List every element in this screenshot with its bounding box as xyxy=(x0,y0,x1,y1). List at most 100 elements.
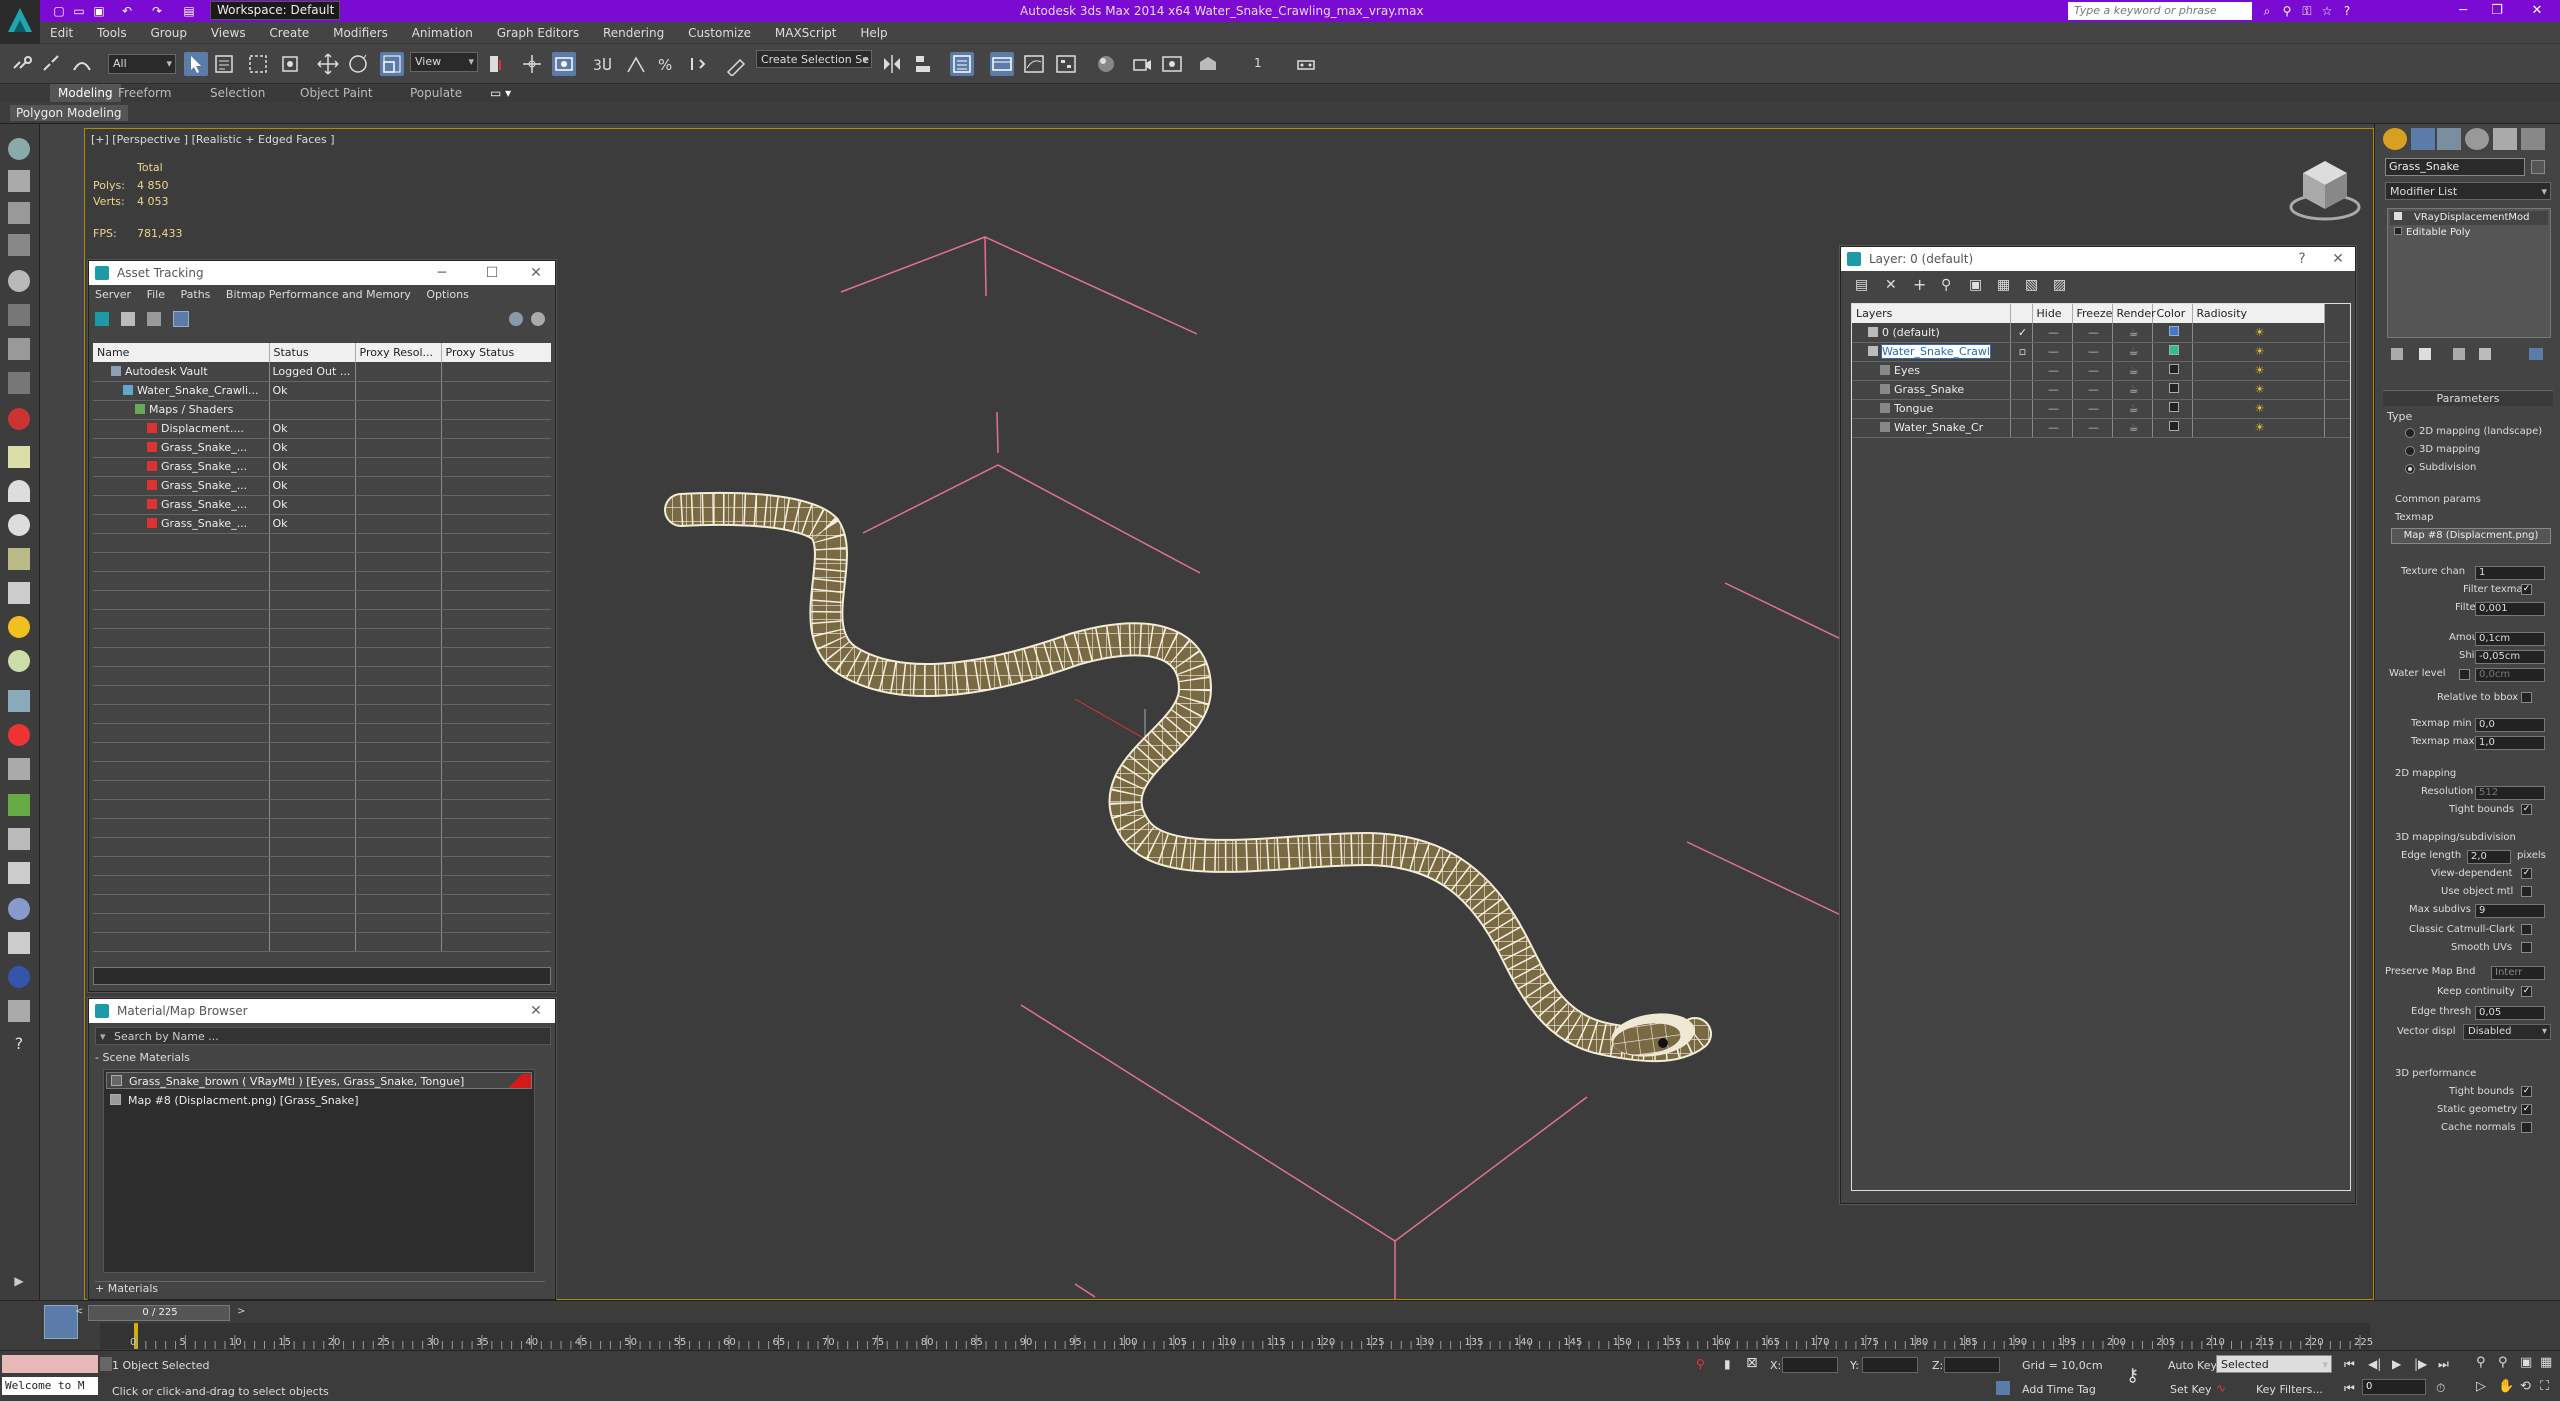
layer-freeze-toggle[interactable]: — xyxy=(2072,380,2113,400)
material-editor-icon[interactable] xyxy=(1094,52,1118,76)
zoom-extents-all-icon[interactable]: ▦ xyxy=(2540,1355,2552,1370)
pin-stack-icon[interactable] xyxy=(2391,348,2403,360)
layer-render-icon[interactable]: ☕ xyxy=(2112,418,2153,438)
layer-color-cell[interactable] xyxy=(2152,418,2193,438)
redo-icon[interactable]: ↷ xyxy=(148,2,166,20)
preserve-map-dropdown[interactable]: Interr xyxy=(2491,966,2545,980)
highlight-layer-icon[interactable]: ▣ xyxy=(1969,277,1982,293)
expand-arrow-icon[interactable]: ▶ xyxy=(8,1274,30,1296)
ribbon-tab-modeling[interactable]: Modeling xyxy=(50,84,121,102)
layer-help-icon[interactable]: ? xyxy=(2289,247,2315,271)
reference-coordinate-dropdown[interactable]: View xyxy=(410,52,478,72)
subscription-icon[interactable]: ⚿ xyxy=(2298,2,2316,20)
bone-icon[interactable] xyxy=(8,372,30,394)
layer-hide-toggle[interactable]: — xyxy=(2032,323,2073,343)
layer-color-swatch[interactable] xyxy=(2168,402,2179,412)
time-tag-icon[interactable] xyxy=(1996,1381,2010,1395)
search-icon[interactable]: ⌕ xyxy=(2258,2,2276,20)
asset-menu-file[interactable]: File xyxy=(141,288,171,301)
menu-group[interactable]: Group xyxy=(140,22,197,44)
layer-color-cell[interactable] xyxy=(2152,342,2193,362)
max-subdivs-spinner[interactable]: 9 xyxy=(2475,904,2545,918)
layer-current-cell[interactable]: ▫ xyxy=(2010,342,2033,362)
new-file-icon[interactable]: ▢ xyxy=(50,2,68,20)
go-to-end-icon[interactable]: ⏭ xyxy=(2438,1357,2449,1372)
bind-space-warp-icon[interactable] xyxy=(70,52,94,76)
menu-customize[interactable]: Customize xyxy=(678,22,761,44)
snake-wireframe-mesh[interactable] xyxy=(664,491,1712,1063)
dome-primitive-icon[interactable] xyxy=(8,480,30,502)
workspace-dropdown[interactable]: Workspace: Default xyxy=(210,1,340,20)
add-time-tag-button[interactable]: Add Time Tag xyxy=(2022,1383,2096,1396)
layer-current-cell[interactable] xyxy=(2010,361,2033,381)
render-production-icon[interactable] xyxy=(1196,52,1220,76)
modifier-toggle-icon[interactable] xyxy=(2394,212,2402,220)
static-geometry-checkbox[interactable]: ✓ xyxy=(2521,1104,2532,1115)
ribbon-tab-object-paint[interactable]: Object Paint xyxy=(300,84,373,102)
filter-texmap-checkbox[interactable]: ✓ xyxy=(2521,584,2532,595)
col-status[interactable]: Status xyxy=(269,343,356,362)
auto-key-button[interactable]: Auto Key xyxy=(2168,1359,2217,1372)
layer-hide-toggle[interactable]: — xyxy=(2032,380,2073,400)
col-proxy-resolution[interactable]: Proxy Resol... xyxy=(355,343,442,362)
menu-views[interactable]: Views xyxy=(201,22,256,44)
help-icon[interactable]: ? xyxy=(8,1034,30,1056)
go-to-start-icon[interactable]: ⏮ xyxy=(2344,1357,2355,1372)
remove-modifier-icon[interactable] xyxy=(2479,348,2491,360)
environment-icon[interactable] xyxy=(8,932,30,954)
dynamics-icon[interactable] xyxy=(8,724,30,746)
layer-color-cell[interactable] xyxy=(2152,380,2193,400)
ribbon-options-icon[interactable]: ▭ ▾ xyxy=(490,84,511,102)
orbit-icon[interactable]: ⟲ xyxy=(2520,1379,2531,1394)
edge-length-spinner[interactable]: 2,0 xyxy=(2467,850,2511,864)
asset-row[interactable]: Grass_Snake_... Ok xyxy=(93,514,551,534)
menu-tools[interactable]: Tools xyxy=(87,22,137,44)
select-by-name-icon[interactable] xyxy=(212,52,236,76)
vray-sphere-icon[interactable] xyxy=(8,650,30,672)
filter-blur-spinner[interactable]: 0,001 xyxy=(2475,602,2545,616)
zoom-extents-icon[interactable]: ▣ xyxy=(2520,1355,2532,1370)
menu-graph-editors[interactable]: Graph Editors xyxy=(487,22,589,44)
field-of-view-icon[interactable]: ▷ xyxy=(2476,1379,2486,1394)
texmap-button[interactable]: Map #8 (Displacment.png) xyxy=(2391,528,2551,544)
object-color-swatch[interactable] xyxy=(2531,160,2545,174)
asset-view-icon[interactable] xyxy=(95,312,109,326)
layer-row[interactable]: Eyes — — ☕ ☀ xyxy=(1852,361,2350,381)
asset-row[interactable]: Grass_Snake_... Ok xyxy=(93,438,551,458)
edge-thresh-spinner[interactable]: 0,05 xyxy=(2475,1006,2545,1020)
cloth-icon[interactable] xyxy=(8,758,30,780)
fur-icon[interactable] xyxy=(8,862,30,884)
systems-icon[interactable] xyxy=(8,338,30,360)
asset-close-icon[interactable]: ✕ xyxy=(523,261,549,285)
hair-icon[interactable] xyxy=(8,828,30,850)
key-mode-toggle-icon[interactable]: ⏮ xyxy=(2344,1381,2355,1396)
toggle-scene-explorer-icon[interactable] xyxy=(950,52,974,76)
col-freeze[interactable]: Freeze xyxy=(2072,304,2113,323)
foliage-icon[interactable] xyxy=(8,794,30,816)
layer-current-cell[interactable]: ✓ xyxy=(2010,323,2033,343)
texture-chan-spinner[interactable]: 1 xyxy=(2475,566,2545,580)
absolute-mode-icon[interactable]: ⊠ xyxy=(1746,1355,1762,1371)
layer-radiosity-icon[interactable]: ☀ xyxy=(2192,399,2325,419)
layer-radiosity-icon[interactable]: ☀ xyxy=(2192,418,2325,438)
percent-snap-icon[interactable]: % xyxy=(654,52,678,76)
use-pivot-center-icon[interactable] xyxy=(484,52,508,76)
freeze-all-layers-icon[interactable]: ▧ xyxy=(2025,277,2038,293)
texmap-max-spinner[interactable]: 1,0 xyxy=(2475,736,2545,750)
window-crossing-icon[interactable] xyxy=(278,52,302,76)
layer-color-cell[interactable] xyxy=(2152,323,2193,343)
radio-3d-mapping[interactable] xyxy=(2405,446,2415,456)
hierarchy-tab-icon[interactable] xyxy=(2437,128,2461,150)
menu-rendering[interactable]: Rendering xyxy=(593,22,674,44)
texmap-min-spinner[interactable]: 0,0 xyxy=(2475,718,2545,732)
asset-menu-server[interactable]: Server xyxy=(89,288,137,301)
asset-row[interactable]: Grass_Snake_... Ok xyxy=(93,495,551,515)
resolution-spinner[interactable]: 512 xyxy=(2475,786,2545,800)
asset-row[interactable]: Displacment.... Ok xyxy=(93,419,551,439)
layer-settings-icon[interactable]: ▨ xyxy=(2053,277,2066,293)
vector-disp-dropdown[interactable]: Disabled xyxy=(2463,1024,2551,1040)
menu-animation[interactable]: Animation xyxy=(402,22,483,44)
layer-color-cell[interactable] xyxy=(2152,361,2193,381)
hide-all-layers-icon[interactable]: ▦ xyxy=(1997,277,2010,293)
layer-select-box-icon[interactable]: ▫ xyxy=(2019,345,2026,358)
